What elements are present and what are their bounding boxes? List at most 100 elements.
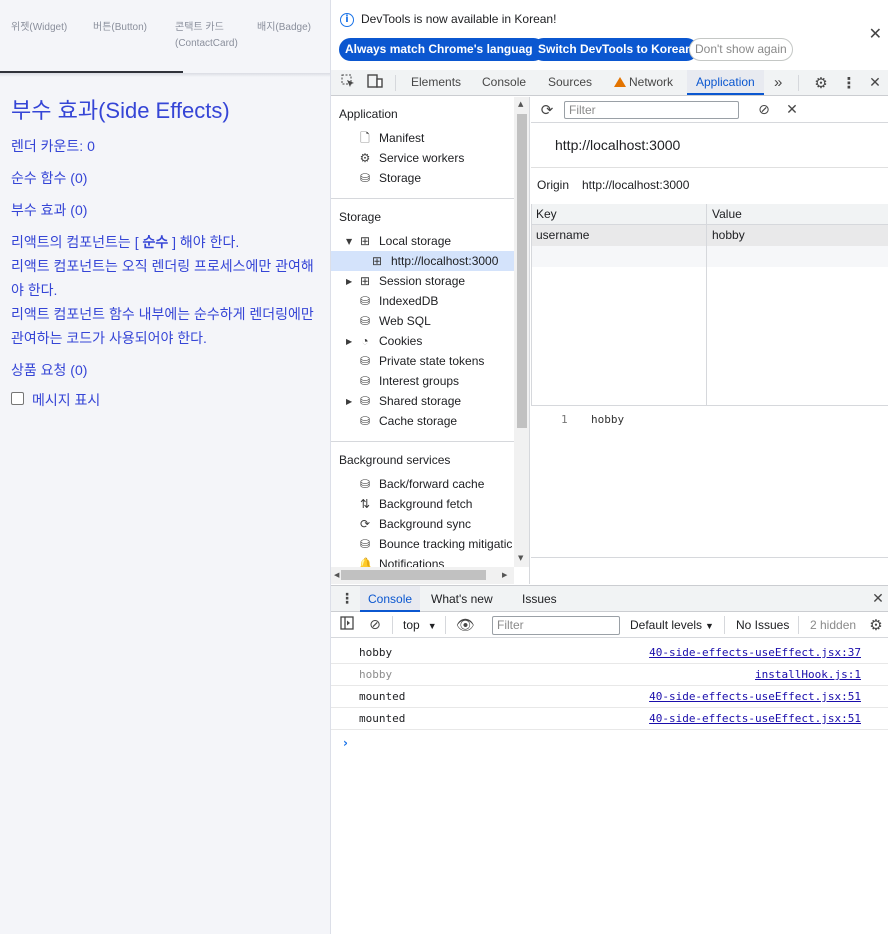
refresh-icon[interactable]: ⟳ [538,101,556,119]
tab-bar-shadow [0,73,330,77]
column-divider[interactable] [706,204,707,406]
sidebar-item-websql[interactable]: ⛁ Web SQL [358,311,431,331]
message-toggle[interactable]: 메시지 표시 [11,388,323,412]
table-cell-key[interactable]: username [531,225,589,246]
tab-sources[interactable]: Sources [548,70,592,95]
console-message-text: mounted [359,690,406,703]
sidebar-item-storage[interactable]: ⛁ Storage [358,168,421,188]
tab-badge[interactable]: 배지(Badge) [257,20,311,36]
product-request-button[interactable]: 상품 요청 (0) [11,358,323,382]
console-source-link[interactable]: 40-side-effects-useEffect.jsx:51 [649,686,861,708]
bell-icon: 🔔 [358,557,373,567]
drawer-tab-console[interactable]: Console [360,586,421,612]
clear-console-icon[interactable]: ⊘ [366,616,384,634]
sidebar-item-local-storage[interactable]: ⊞ Local storage [358,231,451,251]
sidebar-item-label: Private state tokens [379,354,485,368]
app-tab-bar: 위젯(Widget) 버튼(Button) 콘택트 카드 (ContactCar… [0,0,330,74]
drawer-tab-whats-new[interactable]: What's new [431,586,493,612]
drawer-tab-issues[interactable]: Issues [522,586,557,612]
delete-selected-icon[interactable]: ✕ [783,101,801,119]
side-effect-button[interactable]: 부수 효과 (0) [11,198,323,222]
drawer-menu-icon[interactable]: ⋮ [338,590,356,608]
database-icon: ⛁ [359,537,371,551]
issues-counter[interactable]: No Issues [736,612,789,638]
pure-function-button[interactable]: 순수 함수 (0) [11,166,323,190]
console-source-link[interactable]: installHook.js:1 [755,664,861,686]
sidebar-item-cookies[interactable]: ◔ Cookies [358,331,422,351]
scroll-left-arrow-icon[interactable]: ◀ [334,571,339,579]
table-cell-value[interactable]: hobby [707,225,745,246]
sidebar-item-bf-cache[interactable]: ⛁ Back/forward cache [358,474,484,494]
switch-to-korean-button[interactable]: Switch DevTools to Korean [532,38,699,61]
sidebar-item-local-origin[interactable]: ⊞ http://localhost:3000 [331,251,514,271]
show-sidebar-icon[interactable] [338,616,356,634]
scroll-right-arrow-icon[interactable]: ▶ [502,571,507,579]
sidebar-item-shared-storage[interactable]: ⛁ Shared storage [358,391,461,411]
tab-application[interactable]: Application [687,70,764,95]
sidebar-item-bg-fetch[interactable]: ⇅ Background fetch [358,494,472,514]
console-source-link[interactable]: 40-side-effects-useEffect.jsx:37 [649,642,861,664]
toolbar-divider [392,616,393,634]
value-column-header[interactable]: Value [707,204,888,225]
clear-all-icon[interactable]: ⊘ [755,101,773,119]
scroll-down-arrow-icon[interactable]: ▼ [518,554,523,562]
tab-network[interactable]: Network [614,70,673,95]
sidebar-item-session-storage[interactable]: ⊞ Session storage [358,271,465,291]
sidebar-item-interest-groups[interactable]: ⛁ Interest groups [358,371,459,391]
console-message-text: mounted [359,712,406,725]
more-tabs-icon[interactable]: » [774,70,782,95]
tab-contact-card[interactable]: 콘택트 카드 (ContactCard) [175,20,238,52]
table-row-empty[interactable] [531,246,888,267]
expanded-arrow-icon[interactable]: ▼ [346,237,352,246]
sidebar-item-label: Cache storage [379,414,458,428]
close-drawer-icon[interactable]: ✕ [869,590,887,608]
more-options-icon[interactable]: ⋮ [840,74,858,92]
sidebar-vertical-scroll-thumb[interactable] [517,114,527,428]
table-icon: ⊞ [371,254,383,268]
drawer-tab-bar: ⋮ Console What's new Issues ✕ [331,585,888,612]
log-levels-dropdown[interactable]: Default levels ▼ [630,612,714,638]
console-filter-input[interactable]: Filter [492,616,620,635]
collapsed-arrow-icon[interactable]: ▶ [346,337,352,346]
sidebar-item-manifest[interactable]: 🗋 Manifest [358,128,424,148]
tab-elements[interactable]: Elements [411,70,461,95]
tab-console[interactable]: Console [482,70,526,95]
inspect-element-icon[interactable] [339,74,357,92]
warning-icon [614,77,626,87]
device-toolbar-icon[interactable] [366,74,384,92]
sidebar-item-label: Web SQL [379,314,431,328]
origin-row: Origin http://localhost:3000 [531,167,888,205]
origin-heading: http://localhost:3000 [555,137,681,153]
sidebar-item-indexeddb[interactable]: ⛁ IndexedDB [358,291,438,311]
sidebar-item-notifications[interactable]: 🔔 Notifications [358,554,444,567]
console-source-link[interactable]: 40-side-effects-useEffect.jsx:51 [649,708,861,730]
sidebar-item-bg-sync[interactable]: ⟳ Background sync [358,514,471,534]
tab-button[interactable]: 버튼(Button) [93,20,147,36]
close-devtools-icon[interactable]: ✕ [866,74,884,92]
page-title: 부수 효과(Side Effects) [11,98,230,123]
sidebar-item-bounce-tracking[interactable]: ⛁ Bounce tracking mitigatic [358,534,512,554]
sidebar-item-private-tokens[interactable]: ⛁ Private state tokens [358,351,484,371]
message-checkbox[interactable] [11,391,24,405]
render-count: 렌더 카운트: 0 [11,138,95,154]
infobar-close-icon[interactable]: ✕ [869,24,882,43]
sidebar-item-service-workers[interactable]: ⚙ Service workers [358,148,465,168]
storage-filter-input[interactable]: Filter [564,101,739,119]
console-settings-gear-icon[interactable]: ⚙ [867,616,885,634]
tab-widget[interactable]: 위젯(Widget) [11,20,67,36]
always-match-language-button[interactable]: Always match Chrome's language [339,38,546,61]
key-value-table: Key Value username hobby [531,204,888,406]
console-prompt-icon[interactable]: › [343,736,348,750]
dont-show-again-button[interactable]: Don't show again [689,38,793,61]
scroll-up-arrow-icon[interactable]: ▲ [518,100,523,108]
context-value: top [403,618,420,632]
sidebar-horizontal-scroll-thumb[interactable] [341,570,486,580]
key-column-header[interactable]: Key [531,204,706,225]
live-expression-eye-icon[interactable]: 👁 [456,616,475,634]
collapsed-arrow-icon[interactable]: ▶ [346,397,352,406]
context-selector[interactable]: top ▼ [403,612,437,638]
settings-gear-icon[interactable]: ⚙ [812,74,830,92]
gears-icon: ⚙ [359,151,371,165]
collapsed-arrow-icon[interactable]: ▶ [346,277,352,286]
sidebar-item-cache-storage[interactable]: ⛁ Cache storage [358,411,457,431]
